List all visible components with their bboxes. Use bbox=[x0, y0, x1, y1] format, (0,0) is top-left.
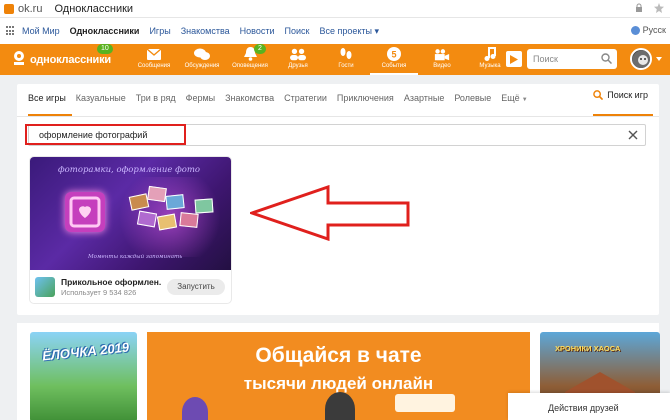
avatar-dropdown-icon[interactable] bbox=[656, 57, 662, 61]
nav-friends[interactable]: Друзья bbox=[274, 44, 322, 75]
logo-badge: 10 bbox=[97, 44, 113, 54]
nav-discussions[interactable]: Обсуждения bbox=[178, 44, 226, 75]
events-icon: 5 bbox=[386, 47, 402, 61]
chevron-down-icon: ▼ bbox=[521, 97, 528, 103]
friends-actions-panel[interactable]: Действия друзей bbox=[508, 393, 670, 420]
photo-thumbnail bbox=[194, 198, 214, 214]
address-bar-url[interactable]: ok.ru bbox=[18, 3, 42, 15]
page-tab-title: Одноклассники bbox=[54, 2, 134, 15]
portal-link-all-projects[interactable]: Все проекты ▾ bbox=[319, 26, 379, 37]
cover-caption: Моменты каждый запоминать bbox=[88, 254, 183, 260]
nav-events-label: События bbox=[381, 63, 407, 69]
svg-text:5: 5 bbox=[391, 50, 396, 60]
envelope-icon bbox=[146, 47, 162, 61]
nav-guests[interactable]: Гости bbox=[322, 44, 370, 75]
globe-icon bbox=[630, 25, 640, 35]
search-icon[interactable] bbox=[601, 53, 612, 64]
nav-notifications-label: Оповещения bbox=[232, 63, 268, 69]
user-avatar[interactable] bbox=[630, 48, 652, 70]
nav-events[interactable]: 5 События bbox=[370, 44, 418, 75]
tab-more-label: Ещё bbox=[501, 93, 520, 103]
photo-thumbnail bbox=[179, 212, 199, 228]
promo-center-title: Общайся в чате bbox=[255, 344, 422, 367]
game-meta: Прикольное оформлен... Использует 9 534 … bbox=[30, 270, 231, 303]
game-title[interactable]: Прикольное оформлен... bbox=[61, 277, 161, 287]
game-thumbnail-icon[interactable] bbox=[35, 277, 55, 297]
games-category-tabs: Все игры Казуальные Три в ряд Фермы Знак… bbox=[28, 90, 538, 112]
tab-more[interactable]: Ещё ▼ bbox=[501, 90, 527, 112]
tab-adventures[interactable]: Приключения bbox=[337, 90, 394, 112]
game-cover-image[interactable]: фоторамки, оформление фото Моменты кажды… bbox=[30, 157, 231, 270]
annotation-arrow-icon bbox=[250, 185, 410, 241]
portal-link-search[interactable]: Поиск bbox=[284, 26, 309, 36]
game-card[interactable]: фоторамки, оформление фото Моменты кажды… bbox=[30, 157, 231, 303]
nav-notifications[interactable]: 2 Оповещения bbox=[226, 44, 274, 75]
footprints-icon bbox=[338, 47, 354, 61]
ok-top-nav: одноклассники 10 Сообщения Обсуждения 2 … bbox=[0, 44, 670, 75]
photo-frame-icon bbox=[65, 192, 105, 232]
nav-guests-label: Гости bbox=[338, 63, 354, 69]
cover-title: фоторамки, оформление фото bbox=[58, 165, 201, 175]
photo-thumbnail bbox=[165, 194, 185, 210]
tab-roleplay[interactable]: Ролевые bbox=[454, 90, 491, 112]
apps-grid-icon[interactable] bbox=[6, 26, 16, 36]
nav-video-label: Видео bbox=[433, 63, 451, 69]
nav-messages[interactable]: Сообщения bbox=[130, 44, 178, 75]
promo-left-title: ЁЛОЧКА 2019 bbox=[41, 339, 130, 364]
nav-video[interactable]: Видео bbox=[418, 44, 466, 75]
portal-link-mymir[interactable]: Мой Мир bbox=[22, 26, 60, 36]
tab-strategies[interactable]: Стратегии bbox=[284, 90, 327, 112]
play-video-icon[interactable] bbox=[506, 51, 522, 67]
ok-search-placeholder: Поиск bbox=[533, 54, 558, 64]
tab-casual[interactable]: Казуальные bbox=[76, 90, 126, 112]
nav-music-label: Музыка bbox=[479, 63, 501, 69]
language-selector[interactable]: Русск bbox=[630, 25, 666, 35]
promo-chat-banner[interactable]: Общайся в чате тысячи людей онлайн bbox=[147, 332, 530, 420]
nav-discussions-label: Обсуждения bbox=[184, 63, 220, 69]
promo-right-title: ХРОНИКИ ХАОСА bbox=[555, 344, 621, 353]
tab-gambling[interactable]: Азартные bbox=[404, 90, 445, 112]
portal-link-odnoklassniki[interactable]: Одноклассники bbox=[70, 26, 140, 36]
launch-game-button[interactable]: Запустить bbox=[167, 279, 225, 295]
search-icon bbox=[593, 90, 604, 100]
site-favicon-icon bbox=[4, 3, 14, 14]
portal-links-bar: Мой Мир Одноклассники Игры Знакомства Но… bbox=[0, 18, 670, 44]
portal-link-games[interactable]: Игры bbox=[149, 26, 170, 36]
ok-logo[interactable]: одноклассники 10 bbox=[0, 44, 125, 75]
photo-thumbnail bbox=[147, 185, 167, 203]
chat-avatar bbox=[182, 397, 208, 420]
browser-bar: ok.ru Одноклассники bbox=[0, 0, 670, 18]
notifications-badge: 2 bbox=[254, 44, 266, 54]
browser-controls bbox=[634, 3, 664, 13]
lock-icon[interactable] bbox=[634, 3, 644, 13]
chat-bubble bbox=[395, 394, 455, 412]
promo-center-subtitle: тысячи людей онлайн bbox=[243, 374, 434, 393]
search-games-label: Поиск игр bbox=[607, 90, 648, 100]
star-icon[interactable] bbox=[654, 3, 664, 13]
tab-all-games[interactable]: Все игры bbox=[28, 90, 66, 112]
ok-logo-icon bbox=[12, 50, 26, 69]
clear-search-icon[interactable] bbox=[627, 129, 639, 141]
nav-messages-label: Сообщения bbox=[137, 63, 171, 69]
portal-link-dating[interactable]: Знакомства bbox=[181, 26, 230, 36]
ok-search-input[interactable]: Поиск bbox=[527, 49, 617, 69]
chat-bubbles-icon bbox=[194, 47, 210, 61]
ok-logo-text: одноклассники bbox=[30, 53, 111, 66]
video-camera-icon bbox=[434, 47, 450, 61]
language-label: Русск bbox=[642, 25, 666, 35]
annotation-highlight-box bbox=[25, 124, 186, 145]
chat-avatar bbox=[325, 392, 355, 420]
tab-farms[interactable]: Фермы bbox=[186, 90, 216, 112]
tab-match-three[interactable]: Три в ряд bbox=[136, 90, 176, 112]
photo-thumbnail bbox=[136, 210, 158, 228]
tabs-divider bbox=[17, 116, 659, 117]
nav-friends-label: Друзья bbox=[288, 63, 308, 69]
portal-link-news[interactable]: Новости bbox=[240, 26, 275, 36]
friends-icon bbox=[290, 47, 306, 61]
search-games-tab[interactable]: Поиск игр bbox=[593, 90, 648, 100]
game-users-count: Использует 9 534 826 bbox=[61, 288, 137, 297]
promo-game-yolochka[interactable]: ЁЛОЧКА 2019 bbox=[30, 332, 137, 420]
music-note-icon bbox=[482, 47, 498, 61]
tab-dating[interactable]: Знакомства bbox=[225, 90, 274, 112]
